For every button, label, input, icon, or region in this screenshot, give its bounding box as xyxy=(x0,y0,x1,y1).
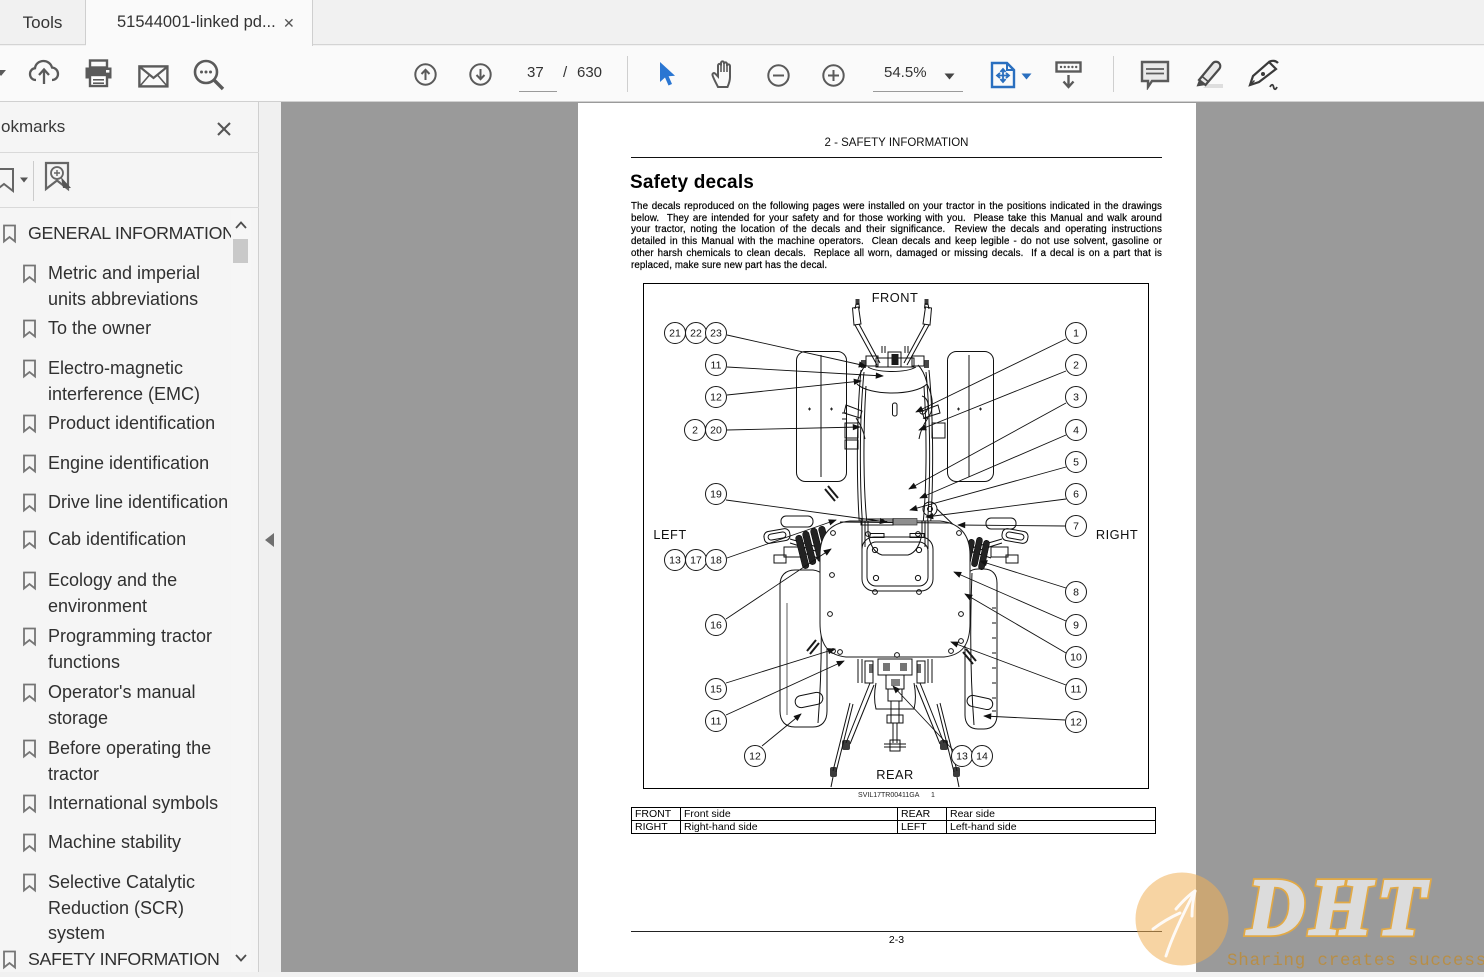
svg-text:14: 14 xyxy=(976,751,988,763)
svg-text:22: 22 xyxy=(690,328,702,340)
svg-text:2: 2 xyxy=(1073,360,1079,372)
svg-text:DHT: DHT xyxy=(1246,866,1431,952)
svg-text:11: 11 xyxy=(711,360,722,372)
svg-text:Sharing creates success: Sharing creates success xyxy=(1227,951,1484,971)
svg-text:11: 11 xyxy=(1071,684,1082,696)
svg-text:3: 3 xyxy=(1073,392,1079,404)
svg-text:RIGHT: RIGHT xyxy=(1096,527,1138,542)
svg-text:5: 5 xyxy=(1073,457,1079,469)
svg-text:FRONT: FRONT xyxy=(872,290,919,305)
svg-text:13: 13 xyxy=(669,555,681,567)
svg-text:23: 23 xyxy=(710,328,722,340)
svg-text:17: 17 xyxy=(690,555,702,567)
svg-text:12: 12 xyxy=(710,392,722,404)
svg-text:LEFT: LEFT xyxy=(653,527,686,542)
svg-text:6: 6 xyxy=(1073,489,1079,501)
svg-text:10: 10 xyxy=(1070,652,1082,664)
svg-text:4: 4 xyxy=(1073,425,1079,437)
svg-text:19: 19 xyxy=(710,489,722,501)
svg-text:9: 9 xyxy=(1073,620,1079,632)
svg-text:12: 12 xyxy=(749,751,761,763)
svg-text:16: 16 xyxy=(710,620,722,632)
svg-text:8: 8 xyxy=(1073,587,1079,599)
svg-text:15: 15 xyxy=(710,684,722,696)
svg-text:2: 2 xyxy=(692,425,698,437)
svg-text:18: 18 xyxy=(710,555,722,567)
svg-text:7: 7 xyxy=(1073,521,1079,533)
svg-text:13: 13 xyxy=(956,751,968,763)
svg-text:REAR: REAR xyxy=(876,767,914,782)
svg-text:1: 1 xyxy=(1073,328,1079,340)
svg-text:20: 20 xyxy=(710,425,722,437)
svg-text:12: 12 xyxy=(1070,717,1082,729)
svg-text:11: 11 xyxy=(711,716,722,728)
svg-text:21: 21 xyxy=(669,328,681,340)
